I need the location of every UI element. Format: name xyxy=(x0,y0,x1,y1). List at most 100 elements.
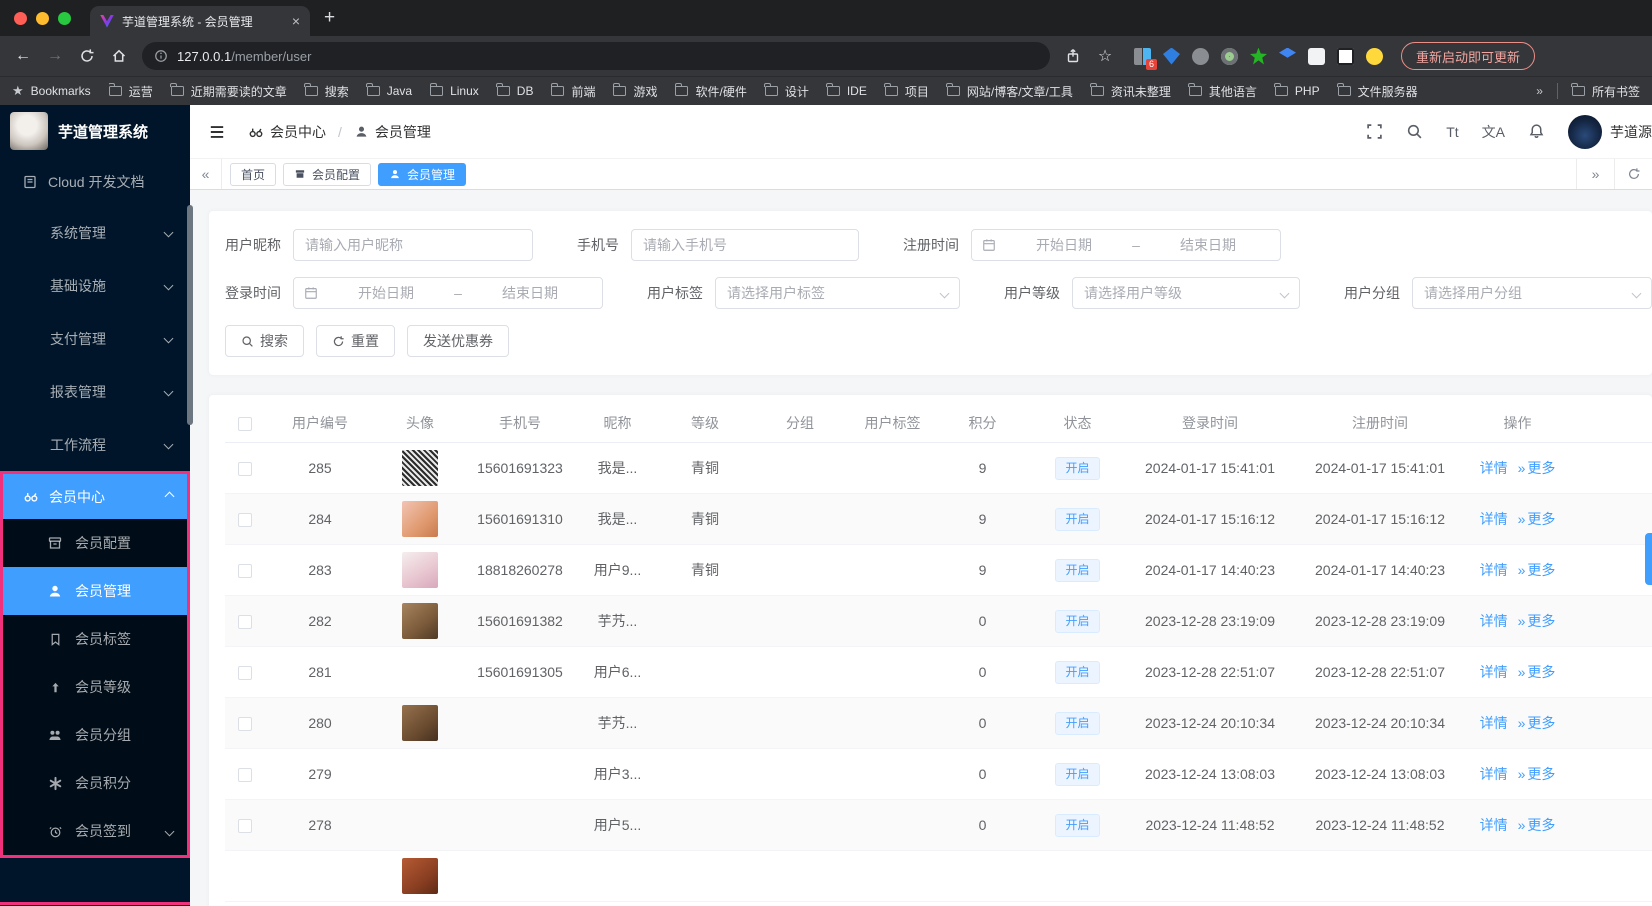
more-link[interactable]: » 更多 xyxy=(1518,560,1556,580)
bookmark-folder[interactable]: 设计 xyxy=(764,83,809,100)
reset-button[interactable]: 重置 xyxy=(316,325,395,357)
sidebar-item-cloud-docs[interactable]: Cloud 开发文档 xyxy=(0,157,190,206)
row-checkbox-cell[interactable] xyxy=(225,817,265,834)
row-checkbox[interactable] xyxy=(238,564,252,579)
detail-link[interactable]: 详情 xyxy=(1480,764,1508,784)
row-checkbox[interactable] xyxy=(238,717,252,732)
profile-emoji-icon[interactable] xyxy=(1366,47,1383,65)
send-coupon-button[interactable]: 发送优惠券 xyxy=(407,325,509,357)
bookmark-folder[interactable]: 近期需要读的文章 xyxy=(170,83,287,100)
user-level-select[interactable]: 请选择用户等级 xyxy=(1072,277,1300,309)
user-group-select[interactable]: 请选择用户分组 xyxy=(1412,277,1652,309)
maximize-window-button[interactable] xyxy=(58,11,71,25)
sidebar-item-member-level[interactable]: 会员等级 xyxy=(3,663,187,711)
row-checkbox-cell[interactable] xyxy=(225,664,265,681)
register-date-range-picker[interactable]: 开始日期 – 结束日期 xyxy=(971,229,1281,261)
row-checkbox[interactable] xyxy=(238,513,252,528)
sidebar-item-member-tags[interactable]: 会员标签 xyxy=(3,615,187,663)
sidebar-group[interactable]: 报表管理 xyxy=(0,365,190,418)
bookmark-folder[interactable]: 软件/硬件 xyxy=(674,83,747,100)
select-all-checkbox[interactable] xyxy=(225,414,265,431)
green-star-extension-icon[interactable] xyxy=(1250,47,1267,65)
row-checkbox[interactable] xyxy=(238,819,252,834)
detail-link[interactable]: 详情 xyxy=(1480,560,1508,580)
all-bookmarks-folder[interactable]: 所有书签 xyxy=(1571,83,1640,100)
bookmark-folder[interactable]: 文件服务器 xyxy=(1337,83,1418,100)
bookmark-folder[interactable]: Java xyxy=(366,83,412,98)
sidebar-item-member-center[interactable]: 会员中心 xyxy=(3,474,187,519)
row-checkbox[interactable] xyxy=(238,462,252,477)
share-icon[interactable] xyxy=(1060,43,1086,69)
row-checkbox-cell[interactable] xyxy=(225,460,265,477)
tab-home[interactable]: 首页 xyxy=(230,162,277,186)
bookmark-folder[interactable]: 搜索 xyxy=(304,83,349,100)
back-button[interactable]: ← xyxy=(10,43,36,69)
more-link[interactable]: » 更多 xyxy=(1518,662,1556,682)
browser-tab[interactable]: 芋道管理系统 - 会员管理 × xyxy=(90,6,310,36)
font-size-icon[interactable]: Tt xyxy=(1446,124,1458,140)
bookmark-folder[interactable]: 其他语言 xyxy=(1188,83,1257,100)
detail-link[interactable]: 详情 xyxy=(1480,815,1508,835)
language-icon[interactable]: 文A xyxy=(1482,122,1505,142)
row-checkbox-cell[interactable] xyxy=(225,715,265,732)
bookmarks-overflow-icon[interactable]: » xyxy=(1536,84,1543,98)
more-link[interactable]: » 更多 xyxy=(1518,458,1556,478)
detail-link[interactable]: 详情 xyxy=(1480,713,1508,733)
nickname-input[interactable] xyxy=(293,229,533,261)
tab-close-icon[interactable]: × xyxy=(292,13,300,29)
command-extension-icon[interactable] xyxy=(1192,47,1209,65)
sidebar-item-member-config[interactable]: 会员配置 xyxy=(3,519,187,567)
bookmark-folder[interactable]: DB xyxy=(496,83,533,98)
row-checkbox[interactable] xyxy=(238,768,252,783)
tags-scroll-right-icon[interactable]: » xyxy=(1576,159,1614,189)
row-checkbox-cell[interactable] xyxy=(225,766,265,783)
bookmark-folder[interactable]: 资讯未整理 xyxy=(1090,83,1171,100)
grid-extension-icon[interactable]: 6 xyxy=(1134,47,1157,70)
row-checkbox-cell[interactable] xyxy=(225,562,265,579)
close-window-button[interactable] xyxy=(14,11,27,25)
sidebar-group[interactable]: 基础设施 xyxy=(0,259,190,312)
sidebar-group[interactable]: 支付管理 xyxy=(0,312,190,365)
breadcrumb-member-center[interactable]: 会员中心 xyxy=(248,122,326,142)
bookmark-star-icon[interactable]: ☆ xyxy=(1092,43,1118,69)
detail-link[interactable]: 详情 xyxy=(1480,509,1508,529)
bookmark-folder[interactable]: 运营 xyxy=(108,83,153,100)
login-date-range-picker[interactable]: 开始日期 – 结束日期 xyxy=(293,277,603,309)
reload-button[interactable] xyxy=(74,43,100,69)
more-link[interactable]: » 更多 xyxy=(1518,509,1556,529)
row-checkbox-cell[interactable] xyxy=(225,613,265,630)
more-link[interactable]: » 更多 xyxy=(1518,815,1556,835)
sidebar-item-member-group[interactable]: 会员分组 xyxy=(3,711,187,759)
more-link[interactable]: » 更多 xyxy=(1518,764,1556,784)
sidebar-item-member-signin[interactable]: 会员签到 xyxy=(3,807,187,855)
row-checkbox-cell[interactable] xyxy=(225,511,265,528)
sidebar-scrollbar[interactable] xyxy=(187,205,193,425)
layers-extension-icon[interactable] xyxy=(1279,47,1296,58)
tab-member-config[interactable]: 会员配置 xyxy=(283,162,372,186)
logo-row[interactable]: 芋道管理系统 xyxy=(0,105,190,157)
more-link[interactable]: » 更多 xyxy=(1518,713,1556,733)
breadcrumb-member-management[interactable]: 会员管理 xyxy=(354,122,431,142)
bookmark-folder[interactable]: 游戏 xyxy=(612,83,657,100)
info-icon[interactable] xyxy=(154,49,168,63)
vue-devtools-icon[interactable] xyxy=(1163,47,1180,65)
bookmark-folder[interactable]: Linux xyxy=(429,83,479,98)
more-link[interactable]: » 更多 xyxy=(1518,611,1556,631)
mobile-input[interactable] xyxy=(631,229,859,261)
recorder-extension-icon[interactable] xyxy=(1221,47,1238,65)
bookmark-folder[interactable]: 前端 xyxy=(550,83,595,100)
fullscreen-icon[interactable] xyxy=(1366,123,1383,140)
sidebar-item-member-management[interactable]: 会员管理 xyxy=(3,567,187,615)
sidebar-toggle-icon[interactable] xyxy=(1337,47,1354,65)
user-tag-select[interactable]: 请选择用户标签 xyxy=(715,277,960,309)
new-tab-button[interactable]: + xyxy=(324,7,335,29)
bookmark-folder[interactable]: 网站/博客/文章/工具 xyxy=(946,83,1073,100)
bookmark-folder[interactable]: 项目 xyxy=(884,83,929,100)
quick-settings-tab[interactable] xyxy=(1645,533,1652,585)
user-menu[interactable]: 芋道源 xyxy=(1568,114,1652,149)
detail-link[interactable]: 详情 xyxy=(1480,611,1508,631)
restart-update-button[interactable]: 重新启动即可更新 xyxy=(1401,42,1536,70)
search-icon[interactable] xyxy=(1406,123,1423,140)
detail-link[interactable]: 详情 xyxy=(1480,458,1508,478)
bell-icon[interactable] xyxy=(1528,123,1545,140)
